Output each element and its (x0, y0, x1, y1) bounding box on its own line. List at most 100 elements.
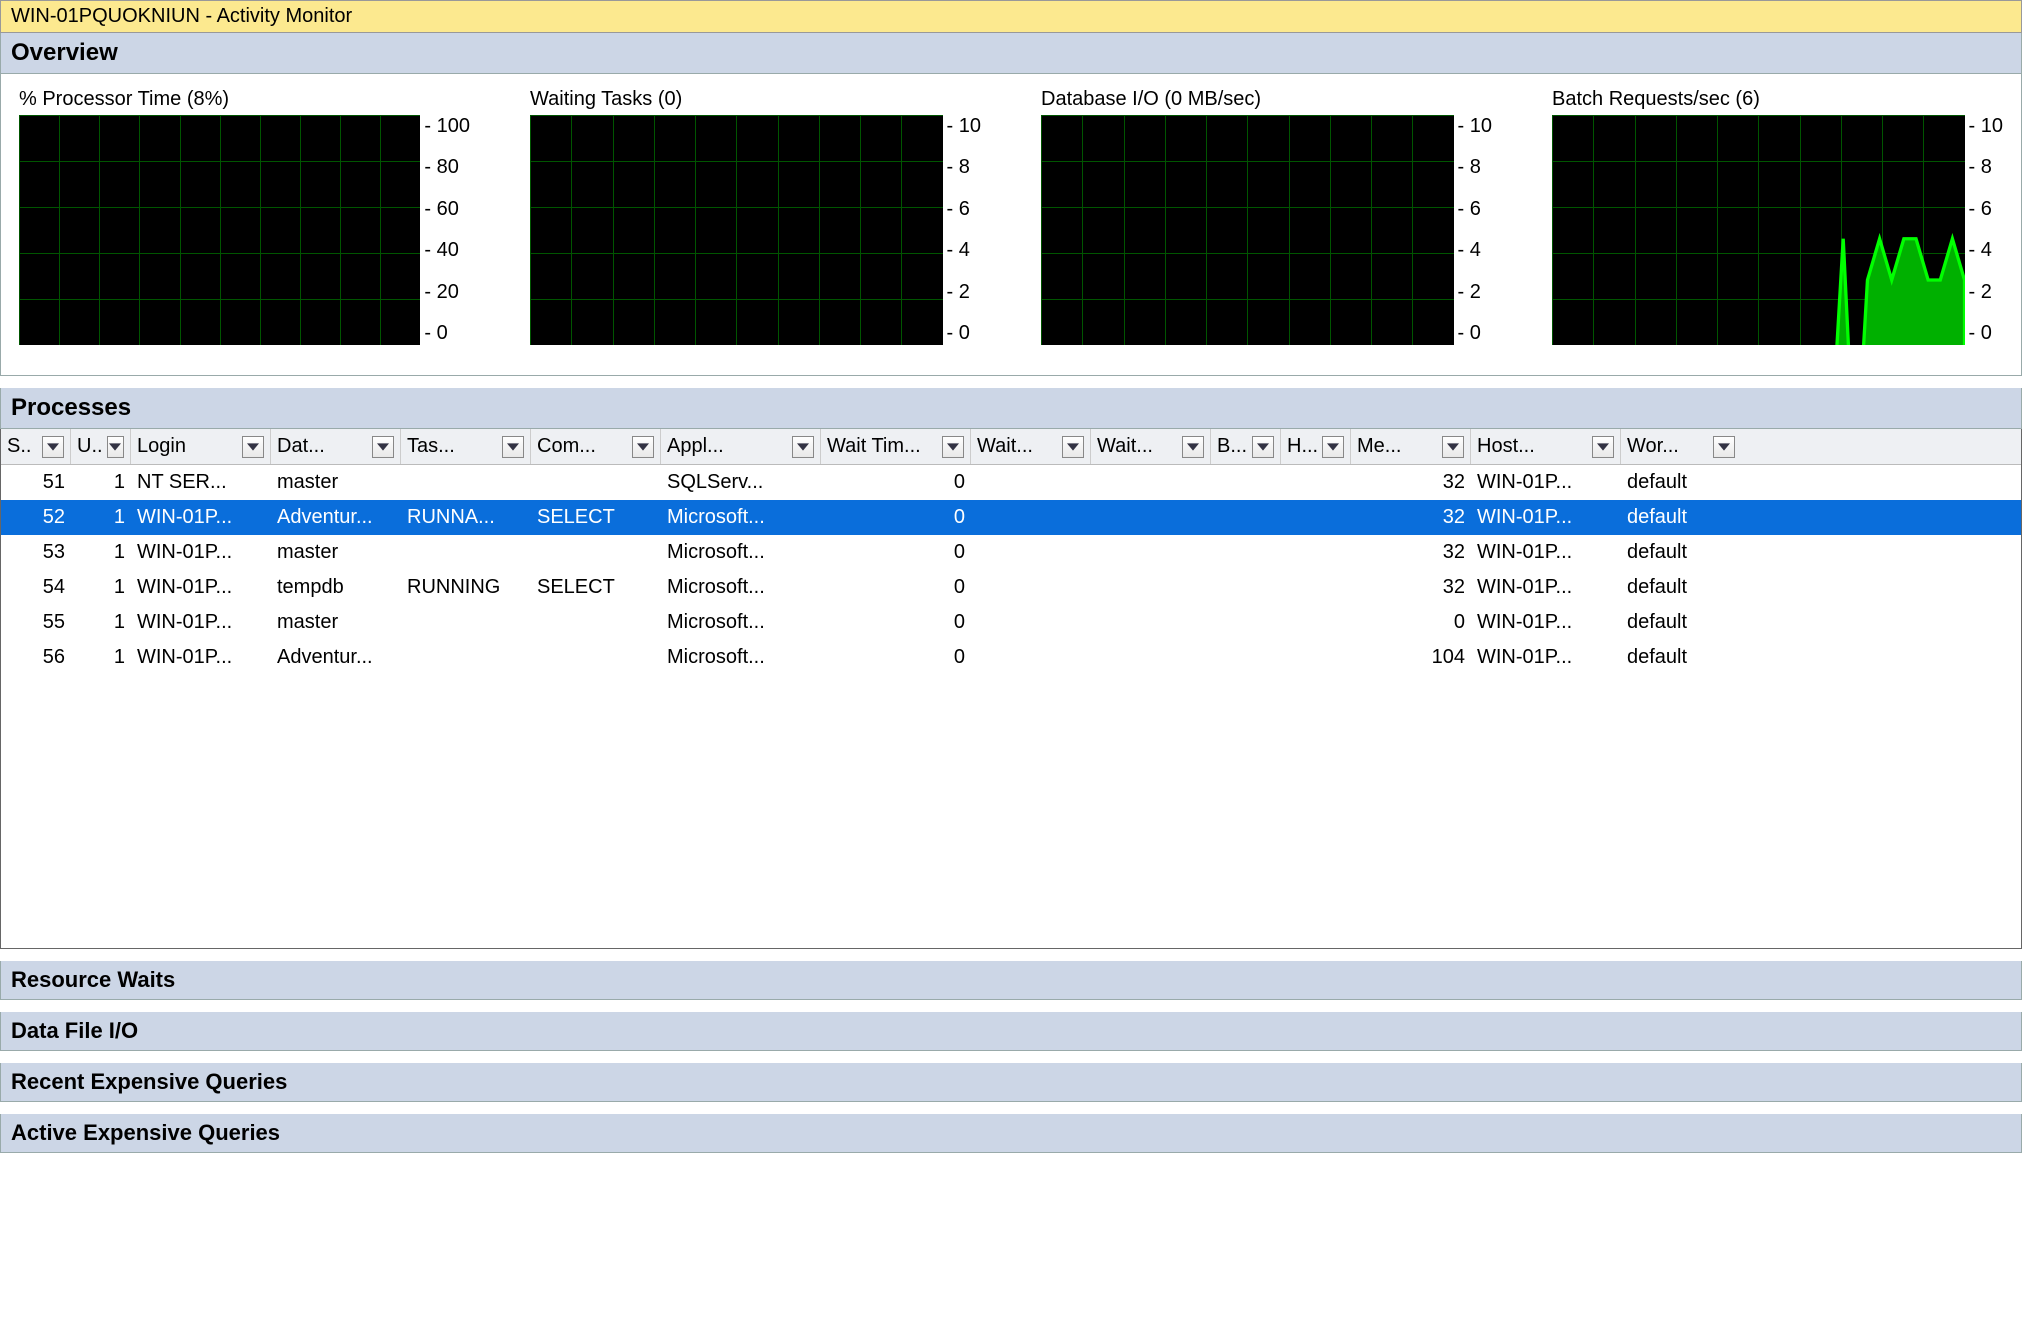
column-header-com[interactable]: Com... (531, 429, 661, 464)
section-recent-expensive-header[interactable]: Recent Expensive Queries (0, 1063, 2022, 1102)
cell-dat: master (271, 471, 401, 494)
column-header-wt[interactable]: Wait Tim... (821, 429, 971, 464)
y-tick: 6 (949, 198, 981, 221)
filter-dropdown-icon[interactable] (942, 436, 964, 458)
cell-login: NT SER... (131, 471, 271, 494)
y-tick: 4 (1460, 239, 1492, 262)
filter-dropdown-icon[interactable] (1592, 436, 1614, 458)
column-label: Appl... (667, 435, 724, 458)
cell-login: WIN-01P... (131, 611, 271, 634)
chart-title: % Processor Time (8%) (19, 88, 470, 111)
filter-dropdown-icon[interactable] (1062, 436, 1084, 458)
table-row[interactable]: 551WIN-01P...masterMicrosoft...00WIN-01P… (1, 605, 2021, 640)
cell-s: 55 (1, 611, 71, 634)
section-active-expensive-header[interactable]: Active Expensive Queries (0, 1114, 2022, 1153)
chart-canvas (530, 115, 943, 345)
y-tick: 8 (949, 156, 981, 179)
cell-wt: 0 (821, 506, 971, 529)
cell-app: Microsoft... (661, 576, 821, 599)
column-header-h[interactable]: H... (1281, 429, 1351, 464)
filter-dropdown-icon[interactable] (107, 436, 124, 458)
y-tick: 10 (949, 115, 981, 138)
filter-dropdown-icon[interactable] (42, 436, 64, 458)
column-header-w1[interactable]: Wait... (971, 429, 1091, 464)
section-processes-header[interactable]: Processes (0, 388, 2022, 429)
cell-me: 32 (1351, 471, 1471, 494)
table-row[interactable]: 531WIN-01P...masterMicrosoft...032WIN-01… (1, 535, 2021, 570)
section-overview-header[interactable]: Overview (0, 33, 2022, 74)
cell-w2 (1091, 576, 1211, 599)
cell-dat: master (271, 541, 401, 564)
y-tick: 0 (1971, 322, 2003, 345)
table-row[interactable]: 561WIN-01P...Adventur...Microsoft...0104… (1, 640, 2021, 675)
column-header-app[interactable]: Appl... (661, 429, 821, 464)
cell-s: 54 (1, 576, 71, 599)
filter-dropdown-icon[interactable] (792, 436, 814, 458)
cell-s: 53 (1, 541, 71, 564)
filter-dropdown-icon[interactable] (1252, 436, 1274, 458)
filter-dropdown-icon[interactable] (242, 436, 264, 458)
cell-b (1211, 541, 1281, 564)
cell-com: SELECT (531, 576, 661, 599)
cell-ho: WIN-01P... (1471, 576, 1621, 599)
cell-w2 (1091, 471, 1211, 494)
chart-title: Waiting Tasks (0) (530, 88, 981, 111)
column-header-tas[interactable]: Tas... (401, 429, 531, 464)
chart-y-axis: 1086420 (943, 115, 981, 345)
column-header-u[interactable]: U.. (71, 429, 131, 464)
cell-wo: default (1621, 576, 1741, 599)
column-label: H... (1287, 435, 1318, 458)
y-tick: 6 (1460, 198, 1492, 221)
cell-wo: default (1621, 646, 1741, 669)
activity-monitor-window: WIN-01PQUOKNIUN - Activity Monitor Overv… (0, 0, 2022, 1153)
cell-wo: default (1621, 541, 1741, 564)
filter-dropdown-icon[interactable] (502, 436, 524, 458)
y-tick: 6 (1971, 198, 2003, 221)
column-header-w2[interactable]: Wait... (1091, 429, 1211, 464)
cell-h (1281, 576, 1351, 599)
chart-canvas (1552, 115, 1965, 345)
column-label: S.. (7, 435, 31, 458)
cell-com (531, 646, 661, 669)
column-header-dat[interactable]: Dat... (271, 429, 401, 464)
filter-dropdown-icon[interactable] (1713, 436, 1735, 458)
column-header-s[interactable]: S.. (1, 429, 71, 464)
chart-title: Database I/O (0 MB/sec) (1041, 88, 1492, 111)
cell-h (1281, 541, 1351, 564)
cell-w1 (971, 541, 1091, 564)
column-header-wo[interactable]: Wor... (1621, 429, 1741, 464)
column-label: Wait... (977, 435, 1033, 458)
column-header-me[interactable]: Me... (1351, 429, 1471, 464)
cell-tas: RUNNA... (401, 506, 531, 529)
column-label: Dat... (277, 435, 325, 458)
cell-com (531, 471, 661, 494)
cell-s: 52 (1, 506, 71, 529)
table-row[interactable]: 541WIN-01P...tempdbRUNNINGSELECTMicrosof… (1, 570, 2021, 605)
cell-u: 1 (71, 611, 131, 634)
cell-dat: tempdb (271, 576, 401, 599)
section-resource-waits-header[interactable]: Resource Waits (0, 961, 2022, 1000)
filter-dropdown-icon[interactable] (632, 436, 654, 458)
chart-0: % Processor Time (8%)100806040200 (19, 88, 470, 345)
table-row[interactable]: 511NT SER...masterSQLServ...032WIN-01P..… (1, 465, 2021, 500)
filter-dropdown-icon[interactable] (1322, 436, 1344, 458)
y-tick: 2 (1460, 281, 1492, 304)
column-header-ho[interactable]: Host... (1471, 429, 1621, 464)
cell-s: 51 (1, 471, 71, 494)
filter-dropdown-icon[interactable] (1442, 436, 1464, 458)
cell-wt: 0 (821, 541, 971, 564)
column-header-login[interactable]: Login (131, 429, 271, 464)
table-row[interactable]: 521WIN-01P...Adventur...RUNNA...SELECTMi… (1, 500, 2021, 535)
cell-u: 1 (71, 541, 131, 564)
cell-wt: 0 (821, 611, 971, 634)
section-data-file-io-header[interactable]: Data File I/O (0, 1012, 2022, 1051)
filter-dropdown-icon[interactable] (372, 436, 394, 458)
cell-dat: master (271, 611, 401, 634)
cell-wo: default (1621, 471, 1741, 494)
y-tick: 60 (426, 198, 470, 221)
column-header-b[interactable]: B... (1211, 429, 1281, 464)
filter-dropdown-icon[interactable] (1182, 436, 1204, 458)
cell-me: 104 (1351, 646, 1471, 669)
chart-y-axis: 1086420 (1454, 115, 1492, 345)
y-tick: 100 (426, 115, 470, 138)
